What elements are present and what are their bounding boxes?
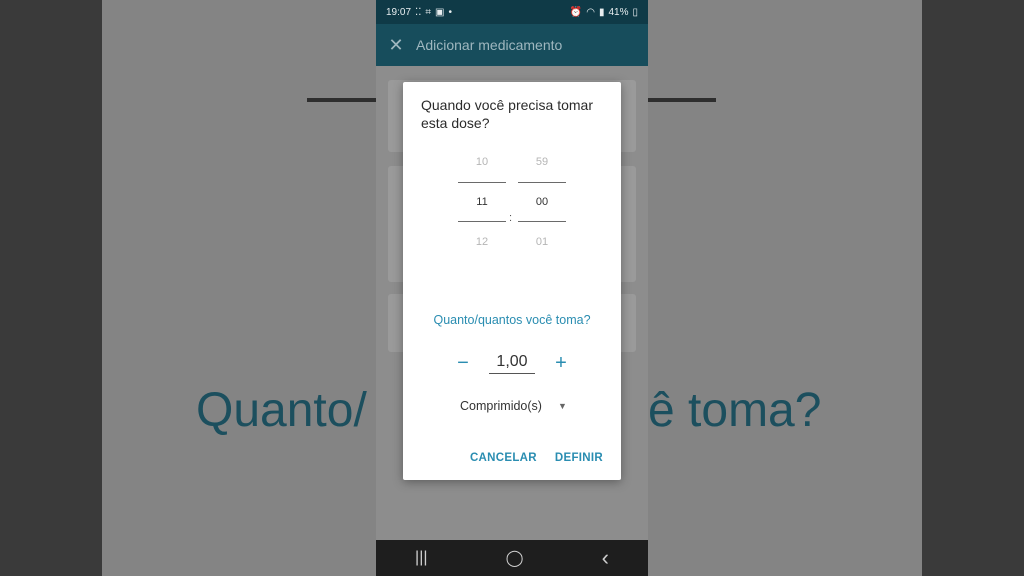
battery-percent: 41%	[608, 6, 629, 18]
background-divider	[307, 98, 376, 102]
navigation-bar: ||| ◯ ‹	[376, 540, 648, 576]
dot-icon: •	[448, 6, 452, 18]
screenshot-icon: ⌗	[425, 6, 432, 18]
battery-icon: ▯	[632, 6, 638, 18]
background-edge-left	[0, 0, 102, 576]
grid-icon: ⁚⁚	[415, 6, 422, 18]
chevron-down-icon: ▼	[557, 401, 567, 411]
hour-picker[interactable]: 10 11 12	[458, 152, 506, 252]
home-icon[interactable]: ◯	[506, 548, 524, 568]
dialog-actions: CANCELAR DEFINIR	[470, 452, 603, 464]
hour-prev[interactable]: 10	[458, 152, 506, 172]
hour-selected[interactable]: 11	[458, 182, 506, 222]
wifi-icon: ◠	[586, 6, 595, 18]
confirm-button[interactable]: DEFINIR	[555, 452, 603, 464]
quantity-stepper: − 1,00 +	[403, 352, 621, 375]
unit-selected: Comprimido(s)	[460, 399, 542, 413]
background-panel-right: ê toma?	[648, 0, 922, 576]
minute-prev[interactable]: 59	[518, 152, 566, 172]
alarm-icon: ⏰	[569, 6, 583, 18]
back-icon[interactable]: ‹	[602, 545, 609, 571]
gallery-icon: ▣	[435, 6, 445, 18]
cancel-button[interactable]: CANCELAR	[470, 452, 537, 464]
minute-picker[interactable]: 59 00 01	[518, 152, 566, 252]
quantity-input[interactable]: 1,00	[489, 353, 535, 374]
close-icon[interactable]: ✕	[376, 35, 416, 56]
recent-apps-icon[interactable]: |||	[415, 549, 427, 567]
background-text-left: Quanto/	[196, 384, 367, 437]
dialog-title: Quando você precisa tomar esta dose?	[421, 97, 593, 131]
dose-time-dialog: Quando você precisa tomar esta dose? 10 …	[403, 82, 621, 480]
unit-dropdown[interactable]: Comprimido(s) ▼	[460, 399, 567, 413]
app-bar-title: Adicionar medicamento	[416, 37, 563, 53]
status-time: 19:07	[386, 6, 412, 18]
minute-next[interactable]: 01	[518, 232, 566, 252]
app-bar: ✕ Adicionar medicamento	[376, 24, 648, 66]
minute-selected[interactable]: 00	[518, 182, 566, 222]
increment-button[interactable]: +	[551, 352, 571, 375]
background-panel-left: Quanto/	[102, 0, 376, 576]
status-bar: 19:07 ⁚⁚ ⌗ ▣ • ⏰ ◠ ▮ 41% ▯	[376, 0, 648, 24]
background-divider	[648, 98, 716, 102]
background-text-right: ê toma?	[648, 384, 822, 437]
hour-next[interactable]: 12	[458, 232, 506, 252]
time-separator: :	[509, 212, 513, 224]
background-edge-right	[922, 0, 1024, 576]
quantity-label: Quanto/quantos você toma?	[433, 313, 591, 327]
decrement-button[interactable]: −	[453, 352, 473, 375]
signal-icon: ▮	[598, 6, 605, 18]
